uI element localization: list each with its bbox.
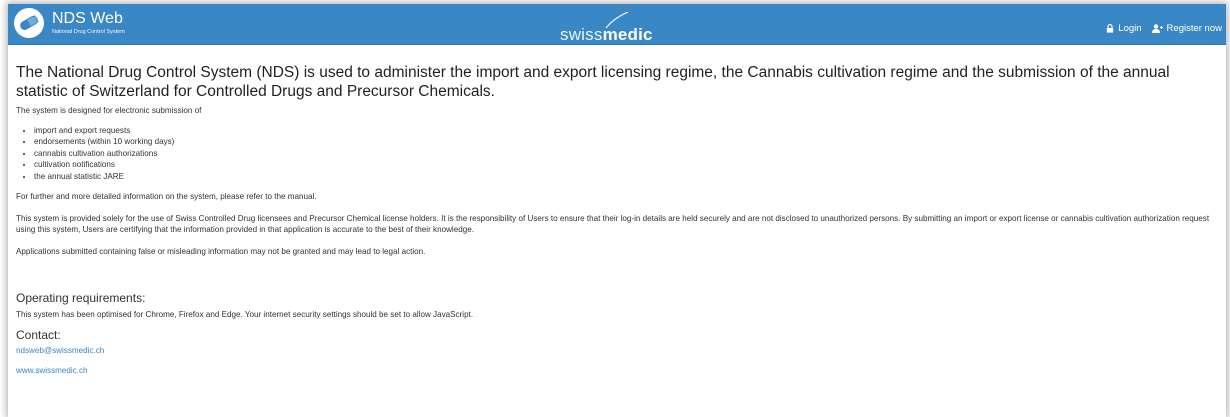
main-content: The National Drug Control System (NDS) i… (8, 45, 1226, 375)
brand-subtitle: National Drug Control System (52, 29, 125, 36)
login-label: Login (1118, 23, 1142, 34)
operating-heading: Operating requirements: (16, 291, 146, 305)
pill-logo-icon (14, 8, 44, 38)
list-item: the annual statistic JARE (34, 171, 1219, 183)
nav-actions: Login Register now (1096, 23, 1222, 34)
false-info-note: Applications submitted containing false … (16, 246, 426, 256)
logo-text-light: swiss (560, 25, 603, 44)
register-link[interactable]: Register now (1151, 23, 1222, 34)
brand[interactable]: NDS Web National Drug Control System (14, 8, 125, 38)
brand-title: NDS Web (52, 10, 123, 28)
add-user-icon (1151, 24, 1163, 33)
contact-email-link[interactable]: ndsweb@swissmedic.ch (16, 346, 1219, 355)
swissmedic-logo: swissmedic (558, 12, 668, 44)
operating-text: This system has been optimised for Chrom… (16, 310, 474, 319)
intro-heading: The National Drug Control System (NDS) i… (16, 64, 1170, 100)
app-window: NDS Web National Drug Control System swi… (8, 4, 1226, 417)
manual-note: For further and more detailed informatio… (16, 192, 317, 201)
lock-icon (1107, 24, 1114, 33)
provided-note: This system is provided solely for the u… (16, 213, 1210, 235)
top-navbar: NDS Web National Drug Control System swi… (8, 4, 1226, 45)
designed-for-text: The system is designed for electronic su… (16, 106, 202, 115)
feature-list: import and export requests endorsements … (16, 125, 1219, 183)
list-item: import and export requests (34, 125, 1219, 137)
register-label: Register now (1166, 23, 1222, 34)
list-item: cannabis cultivation authorizations (34, 148, 1219, 160)
login-link[interactable]: Login (1106, 23, 1142, 34)
logo-text-bold: medic (602, 25, 653, 44)
list-item: cultivation notifications (34, 159, 1219, 171)
list-item: endorsements (within 10 working days) (34, 136, 1219, 148)
contact-website-link[interactable]: www.swissmedic.ch (16, 366, 1219, 375)
contact-heading: Contact: (16, 327, 61, 342)
